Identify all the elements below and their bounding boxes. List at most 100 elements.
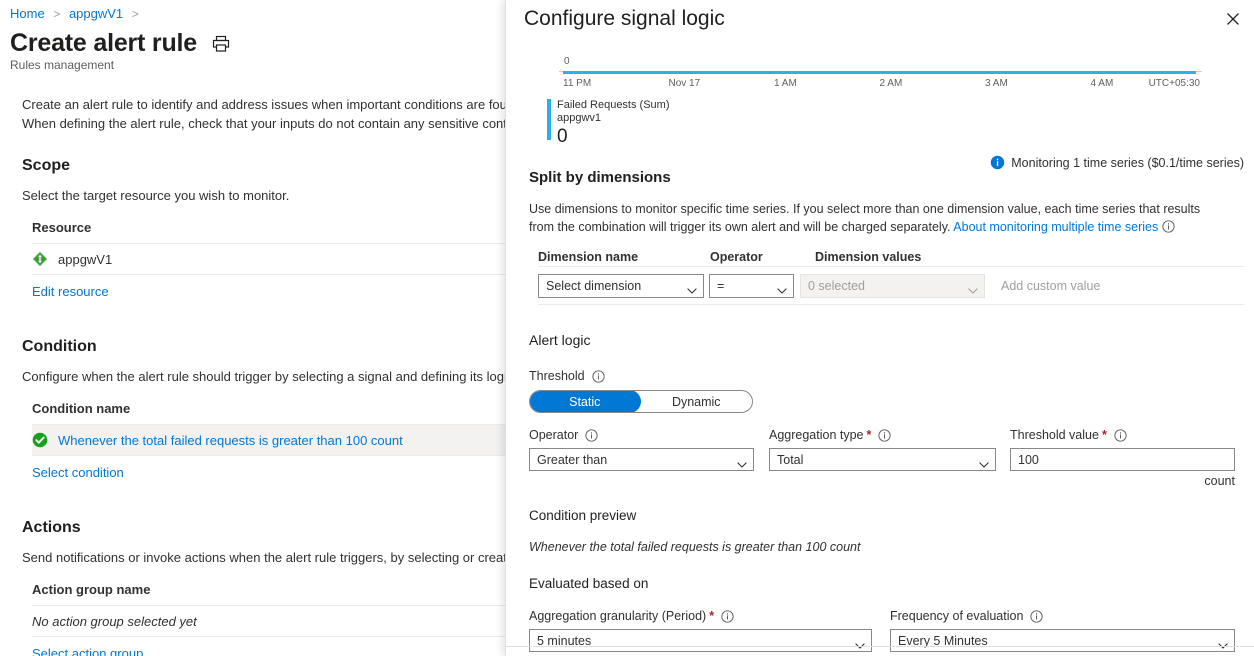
scope-resource-row[interactable]: appgwV1: [32, 244, 508, 274]
close-icon[interactable]: [1220, 6, 1246, 32]
threshold-label: Threshold: [529, 369, 585, 383]
svg-text:2 AM: 2 AM: [880, 78, 903, 89]
evaluated-based-on-heading: Evaluated based on: [529, 576, 649, 591]
legend-resource-name: appgwv1: [557, 112, 602, 124]
select-action-group-link[interactable]: Select action group: [32, 645, 143, 656]
frequency-label-row: Frequency of evaluation: [890, 608, 1235, 625]
action-group-empty-row: No action group selected yet: [32, 606, 508, 636]
threshold-dynamic-option[interactable]: Dynamic: [641, 391, 753, 412]
alert-logic-fields: Operator Greater than Aggregation type *: [529, 427, 1235, 488]
condition-heading: Condition: [22, 338, 97, 355]
aggregation-type-select[interactable]: Total: [769, 448, 996, 471]
metric-chart: 0 11 PM Nov 17 1 AM 2 AM 3 AM 4 AM UTC+05:30 …: [506, 52, 1254, 147]
edit-resource-link[interactable]: Edit resource: [32, 283, 109, 301]
dimension-name-select[interactable]: Select dimension: [538, 273, 704, 298]
actions-description: Send notifications or invoke actions whe…: [22, 550, 508, 565]
dimensions-input-row: Select dimension = 0 selected Add custom…: [538, 266, 1244, 305]
info-icon-threshold[interactable]: [591, 370, 605, 383]
split-dimensions-heading: Split by dimensions: [529, 169, 671, 186]
info-icon-aggregation[interactable]: [878, 429, 892, 442]
info-icon-granularity[interactable]: [721, 610, 734, 623]
intro-line-2: When defining the alert rule, check that…: [22, 116, 508, 131]
actions-divider-bottom: [32, 636, 508, 637]
threshold-label-row: Threshold: [529, 368, 1254, 385]
breadcrumb-separator-2: >: [131, 7, 139, 21]
operator-select[interactable]: Greater than: [529, 448, 754, 471]
split-dimensions-description: Use dimensions to monitor specific time …: [529, 200, 1205, 236]
scope-description: Select the target resource you wish to m…: [22, 188, 290, 203]
threshold-type-toggle[interactable]: Static Dynamic: [529, 390, 753, 413]
monitoring-time-series-badge: Monitoring 1 time series ($0.1/time seri…: [990, 155, 1244, 170]
add-custom-value-input[interactable]: Add custom value: [997, 274, 1100, 298]
condition-name-text[interactable]: Whenever the total failed requests is gr…: [58, 433, 403, 448]
success-check-icon: [32, 432, 48, 448]
svg-text:4 AM: 4 AM: [1091, 78, 1114, 89]
create-alert-rule-blade: Home > appgwV1 > Create alert rule Rules…: [0, 0, 508, 656]
page-header: Create alert rule: [10, 28, 230, 59]
page-subtitle: Rules management: [10, 58, 115, 72]
chevron-down-icon: [968, 283, 978, 294]
dimension-name-value: Select dimension: [546, 278, 642, 293]
info-icon-frequency[interactable]: [1030, 610, 1044, 623]
dimension-operator-value: =: [717, 278, 725, 293]
legend-color-swatch: [547, 99, 551, 140]
dimensions-column-headers: Dimension name Operator Dimension values: [538, 248, 1244, 266]
threshold-required-marker: *: [1101, 428, 1107, 442]
granularity-required-marker: *: [709, 609, 715, 623]
threshold-value-label-row: Threshold value *: [1010, 427, 1235, 444]
aggregation-label-row: Aggregation type *: [769, 427, 996, 444]
granularity-label-row: Aggregation granularity (Period) *: [529, 608, 872, 625]
application-gateway-icon: [32, 251, 48, 267]
breadcrumb-resource[interactable]: appgwV1: [69, 6, 123, 21]
breadcrumb: Home > appgwV1 >: [10, 5, 144, 23]
dimension-name-header: Dimension name: [538, 250, 639, 264]
panel-body: Split by dimensions Use dimensions to mo…: [506, 168, 1254, 656]
threshold-unit-label: count: [1204, 474, 1235, 488]
granularity-select[interactable]: 5 minutes: [529, 629, 872, 652]
svg-text:0: 0: [564, 56, 570, 67]
granularity-label: Aggregation granularity (Period): [529, 609, 707, 623]
condition-row[interactable]: Whenever the total failed requests is gr…: [32, 425, 508, 455]
chevron-down-icon: [1218, 638, 1228, 649]
chevron-down-icon: [855, 638, 865, 649]
dimension-values-header: Dimension values: [815, 250, 922, 264]
svg-text:Nov 17: Nov 17: [669, 78, 701, 89]
chart-legend: Failed Requests (Sum) appgwv1 0: [547, 99, 670, 148]
chevron-down-icon: [979, 457, 989, 468]
operator-label: Operator: [529, 428, 579, 442]
threshold-value-text: 100: [1018, 452, 1039, 467]
print-icon[interactable]: [212, 35, 230, 53]
dimension-values-select[interactable]: 0 selected: [800, 273, 985, 298]
add-custom-value-placeholder: Add custom value: [1001, 278, 1101, 293]
legend-value: 0: [557, 126, 568, 147]
blade-content: Create an alert rule to identify and add…: [0, 95, 508, 656]
info-icon-threshold-value[interactable]: [1114, 429, 1127, 442]
operator-value: Greater than: [537, 452, 608, 467]
info-icon-operator[interactable]: [585, 429, 598, 442]
about-monitoring-link[interactable]: About monitoring multiple time series: [953, 220, 1158, 234]
configure-signal-logic-panel: Configure signal logic 0 11 PM Nov 17 1 AM…: [505, 0, 1254, 656]
breadcrumb-home[interactable]: Home: [10, 6, 45, 21]
alert-logic-heading: Alert logic: [529, 332, 591, 348]
azure-portal-screen: Home > appgwV1 > Create alert rule Rules…: [0, 0, 1254, 656]
condition-column-header: Condition name: [32, 401, 131, 416]
action-group-empty-text: No action group selected yet: [32, 613, 197, 629]
panel-title: Configure signal logic: [524, 7, 725, 30]
dimension-operator-select[interactable]: =: [709, 273, 794, 298]
evaluation-fields: Aggregation granularity (Period) * 5 min…: [529, 608, 1235, 656]
select-condition-link[interactable]: Select condition: [32, 464, 124, 482]
panel-footer-divider: [506, 646, 1254, 647]
chart-plot: 0 11 PM Nov 17 1 AM 2 AM 3 AM 4 AM UTC+05:30: [559, 56, 1202, 89]
chevron-down-icon: [737, 457, 747, 468]
info-icon-dimensions[interactable]: [1162, 220, 1175, 233]
threshold-static-option[interactable]: Static: [530, 391, 641, 412]
frequency-select[interactable]: Every 5 Minutes: [890, 629, 1235, 652]
monitoring-badge-text: Monitoring 1 time series ($0.1/time seri…: [1011, 155, 1244, 170]
condition-divider-bottom: [32, 455, 508, 456]
operator-label-row: Operator: [529, 427, 754, 444]
aggregation-label: Aggregation type: [769, 428, 864, 442]
threshold-value-input[interactable]: 100: [1010, 448, 1235, 471]
threshold-value-label: Threshold value: [1010, 428, 1099, 442]
scope-column-header: Resource: [32, 220, 92, 235]
legend-metric-name: Failed Requests (Sum): [557, 99, 670, 111]
